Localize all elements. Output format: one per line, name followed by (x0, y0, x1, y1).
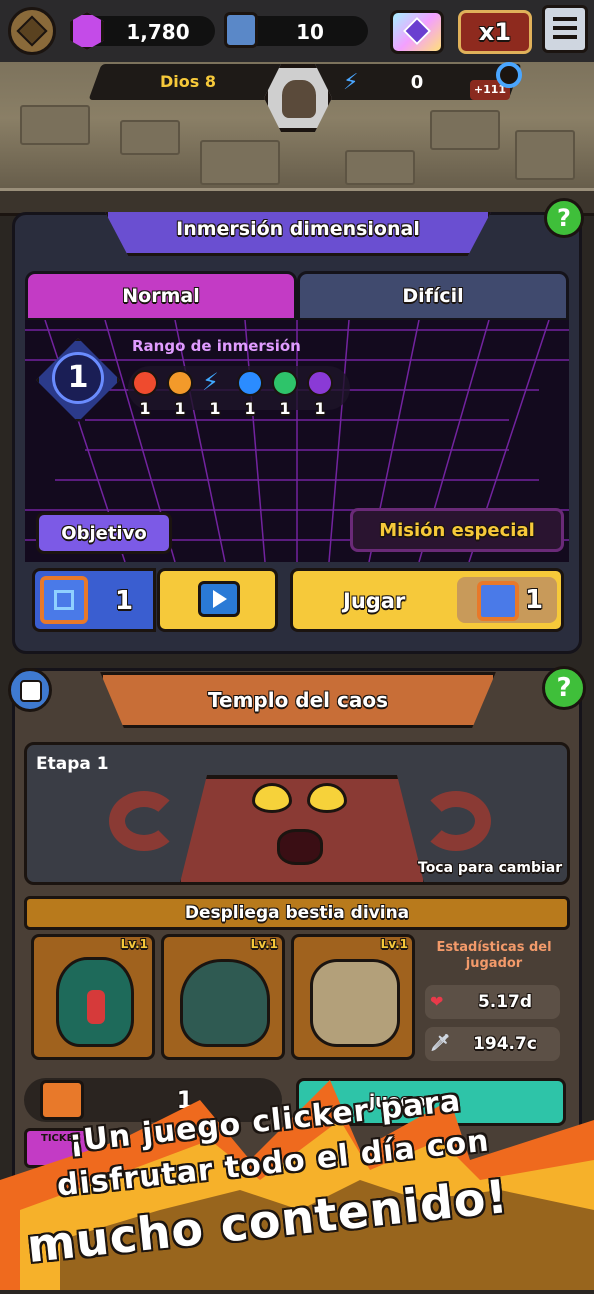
play-cost-ticket-icon (477, 581, 519, 621)
emblem-icon (16, 15, 48, 47)
dice-button[interactable] (8, 668, 52, 712)
gem-count: 1,780 (126, 20, 190, 44)
stage-label: Etapa 1 (36, 754, 109, 774)
help-button-chaos[interactable]: ? (542, 666, 586, 710)
beast-level: Lv.1 (120, 937, 148, 951)
element-level-nature: 1 (279, 399, 291, 418)
cobra-icon (56, 957, 134, 1047)
fire-element-icon (132, 370, 158, 396)
element-level-star: 1 (174, 399, 186, 418)
element-level-void: 1 (314, 399, 326, 418)
stat-attack: 194.7c (473, 1034, 537, 1054)
boss-eye-left (252, 783, 292, 813)
water-element-icon (237, 370, 263, 396)
special-mission-label: Misión especial (379, 519, 535, 541)
play-button[interactable]: Jugar 1 (290, 568, 564, 632)
element-level-water: 1 (244, 399, 256, 418)
lightning-element-icon: ⚡ (202, 368, 219, 396)
stats-title: Estadísticas del jugador (436, 940, 552, 971)
void-element-icon (307, 370, 333, 396)
rank-value: 1 (52, 352, 104, 404)
immersion-title: Inmersión dimensional (176, 218, 420, 240)
tab-normal-label: Normal (122, 285, 200, 307)
dice-icon (20, 680, 42, 702)
deploy-label: Despliega bestia divina (184, 903, 410, 923)
element-level-lightning: 1 (209, 399, 221, 418)
rank-label: Rango de inmersión (132, 337, 301, 355)
boss-eye-right (307, 783, 347, 813)
prism-icon (402, 16, 432, 46)
speed-button[interactable]: x1 (458, 10, 532, 54)
tab-normal[interactable]: Normal (25, 271, 297, 321)
element-level-fire: 1 (139, 399, 151, 418)
speed-label: x1 (478, 18, 512, 46)
beast-level: Lv.1 (380, 937, 408, 951)
objective-button[interactable]: Objetivo (36, 512, 172, 554)
help-button-immersion[interactable]: ? (544, 198, 584, 238)
question-icon: ? (556, 673, 572, 703)
question-icon: ? (557, 204, 571, 232)
tortoise-icon (180, 959, 270, 1047)
heart-icon: ❤ (430, 992, 444, 1011)
prism-shop-button[interactable] (390, 10, 444, 54)
hamburger-menu-icon (553, 17, 577, 39)
boss-claw-left (109, 791, 179, 851)
boss-claw-right (421, 791, 491, 851)
beast-card-cobra[interactable]: Lv.1 (31, 934, 155, 1060)
special-mission-button[interactable]: Misión especial (350, 508, 564, 552)
elephant-icon (310, 959, 400, 1047)
tab-dificil-label: Difícil (402, 285, 464, 307)
tab-dificil[interactable]: Difícil (297, 271, 569, 321)
video-play-icon (198, 581, 240, 617)
profile-emblem-button[interactable] (8, 7, 56, 55)
play-cost: 1 (525, 585, 544, 615)
sword-icon: 🗡 (430, 1033, 451, 1052)
lightning-icon: ⚡ (343, 70, 359, 95)
menu-button[interactable] (542, 5, 588, 53)
objective-label: Objetivo (61, 522, 147, 544)
beast-card-elephant[interactable]: Lv.1 (291, 934, 415, 1060)
tap-hint: Toca para cambiar (418, 860, 563, 876)
search-icon[interactable] (496, 62, 522, 88)
star-element-icon (167, 370, 193, 396)
beast-level: Lv.1 (250, 937, 278, 951)
ticket-icon (40, 576, 88, 624)
boss-mouth (277, 829, 323, 865)
energy-value: 0 (410, 72, 424, 93)
beast-card-tortoise[interactable]: Lv.1 (161, 934, 285, 1060)
nature-element-icon (272, 370, 298, 396)
relic-count: 10 (296, 20, 324, 44)
chaos-temple-title: Templo del caos (208, 688, 388, 712)
relic-chest-icon (224, 12, 258, 48)
player-name: Dios 8 (160, 72, 216, 91)
watch-ad-button[interactable] (157, 568, 278, 632)
ticket-count: 1 (114, 586, 134, 616)
stat-hp: 5.17d (477, 992, 533, 1012)
portrait-icon (282, 80, 316, 118)
play-label: Jugar (343, 589, 406, 613)
